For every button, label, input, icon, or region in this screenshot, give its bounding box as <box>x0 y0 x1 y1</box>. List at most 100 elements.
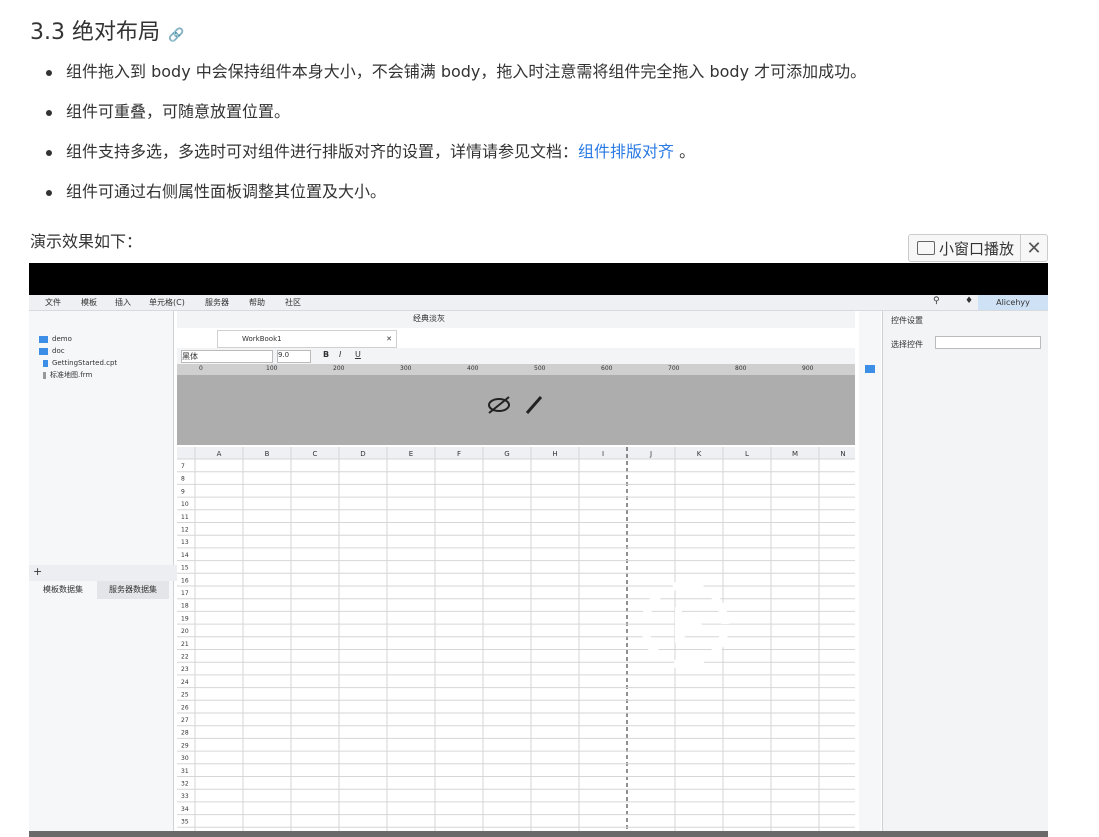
format-toolbar: 黑体 9.0 B I U <box>177 348 855 364</box>
row-header[interactable]: 10 <box>181 501 189 508</box>
row-header[interactable]: 23 <box>181 666 189 673</box>
ruler-tick-label: 300 <box>400 365 412 372</box>
menu-item[interactable]: 单元格(C) <box>149 297 185 308</box>
spreadsheet-grid[interactable]: A B C D E F G H I J K L M N 7 8 9 10 11 12 13 14 15 16 17 18 19 20 2… <box>177 447 855 837</box>
play-icon[interactable] <box>637 577 733 673</box>
tree-item[interactable]: 标准地图.frm <box>39 369 117 381</box>
style-button[interactable]: 经典淡灰 <box>413 313 445 324</box>
row-header[interactable]: 16 <box>181 577 189 584</box>
row-header[interactable]: 12 <box>181 527 189 534</box>
row-header[interactable]: 20 <box>181 628 189 635</box>
row-header[interactable]: 15 <box>181 565 189 572</box>
page-title: 3.3 绝对布局 🔗 <box>30 20 185 45</box>
row-header[interactable]: 11 <box>181 514 189 521</box>
row-header[interactable]: 32 <box>181 781 189 788</box>
font-size-select[interactable]: 9.0 <box>277 350 311 363</box>
row-header[interactable]: 22 <box>181 654 189 661</box>
column-header[interactable]: H <box>552 450 557 458</box>
widget-select[interactable] <box>935 336 1041 349</box>
close-icon[interactable]: ✕ <box>1020 235 1047 261</box>
menu-item[interactable]: 文件 <box>45 297 61 308</box>
row-header[interactable]: 28 <box>181 730 189 737</box>
column-header-bar <box>177 447 855 459</box>
main-toolbar: 经典淡灰 <box>177 311 855 328</box>
row-header[interactable]: 27 <box>181 717 189 724</box>
tree-item[interactable]: doc <box>39 345 117 357</box>
column-header[interactable]: B <box>265 450 270 458</box>
ruler-tick-label: 100 <box>266 365 278 372</box>
row-header[interactable]: 9 <box>181 488 185 495</box>
column-header[interactable]: I <box>602 450 604 458</box>
column-header[interactable]: N <box>840 450 845 458</box>
tab-server-dataset[interactable]: 服务器数据集 <box>97 581 169 599</box>
bell-icon[interactable]: ♦ <box>965 296 973 306</box>
italic-button[interactable]: I <box>339 350 341 359</box>
menu-item[interactable]: 帮助 <box>249 297 265 308</box>
menu-item[interactable]: 模板 <box>81 297 97 308</box>
row-header[interactable]: 7 <box>181 463 185 470</box>
video-top-bar <box>29 263 1048 295</box>
column-header[interactable]: G <box>504 450 509 458</box>
column-header[interactable]: K <box>697 450 702 458</box>
tv-icon <box>917 241 935 255</box>
add-icon[interactable]: + <box>33 565 42 578</box>
row-header[interactable]: 17 <box>181 590 189 597</box>
column-header[interactable]: L <box>745 450 749 458</box>
app-menubar: 文件 模板 插入 单元格(C) 服务器 帮助 社区 ⚲ ♦ Alicehyy <box>29 295 1048 311</box>
search-icon[interactable]: ⚲ <box>933 296 940 306</box>
ruler-tick-label: 700 <box>668 365 680 372</box>
row-header[interactable]: 33 <box>181 793 189 800</box>
font-family-select[interactable]: 黑体 <box>181 350 273 363</box>
mini-player-button[interactable]: 小窗口播放 ✕ <box>908 234 1049 262</box>
column-header[interactable]: A <box>217 450 222 458</box>
row-header[interactable]: 24 <box>181 679 189 686</box>
column-header[interactable]: F <box>457 450 461 458</box>
row-header[interactable]: 14 <box>181 552 189 559</box>
menu-item[interactable]: 插入 <box>115 297 131 308</box>
row-header[interactable]: 19 <box>181 615 189 622</box>
column-header[interactable]: D <box>360 450 365 458</box>
underline-button[interactable]: U <box>355 350 361 359</box>
row-header[interactable]: 29 <box>181 742 189 749</box>
row-header[interactable]: 35 <box>181 819 189 826</box>
column-header[interactable]: J <box>649 450 652 458</box>
row-header[interactable]: 25 <box>181 692 189 699</box>
tab-template-dataset[interactable]: 模板数据集 <box>29 581 97 599</box>
column-header[interactable]: M <box>792 450 798 458</box>
grid-lines: A B C D E F G H I J K L M N 7 8 9 10 11 12 13 14 15 16 17 18 19 20 2… <box>177 447 855 837</box>
row-header[interactable]: 30 <box>181 755 189 762</box>
ruler-tick-label: 900 <box>802 365 814 372</box>
template-tree-panel: demo doc GettingStarted.cpt 标准地图.frm + 模… <box>29 311 177 837</box>
widget-icon[interactable] <box>865 365 875 373</box>
tree-item[interactable]: demo <box>39 333 117 345</box>
ruler-tick-label: 200 <box>333 365 345 372</box>
menu-item[interactable]: 社区 <box>285 297 301 308</box>
video-progress-bar[interactable] <box>29 831 1048 837</box>
file-tree: demo doc GettingStarted.cpt 标准地图.frm <box>39 333 117 381</box>
hide-eye-icon[interactable] <box>485 393 545 417</box>
row-header[interactable]: 34 <box>181 806 189 813</box>
ruler-tick-label: 500 <box>534 365 546 372</box>
anchor-link-icon[interactable]: 🔗 <box>168 28 184 43</box>
column-header[interactable]: E <box>409 450 413 458</box>
user-name[interactable]: Alicehyy <box>978 295 1048 310</box>
workbook-tab[interactable]: WorkBook1 ✕ <box>217 330 397 348</box>
row-header[interactable]: 8 <box>181 476 185 483</box>
row-header[interactable]: 21 <box>181 641 189 648</box>
editor-area: 经典淡灰 WorkBook1 ✕ 黑体 9.0 B I U 0 100 200 300 4… <box>177 311 855 837</box>
ruler-tick-label: 400 <box>467 365 479 372</box>
demo-video[interactable]: 文件 模板 插入 单元格(C) 服务器 帮助 社区 ⚲ ♦ Alicehyy d… <box>29 263 1048 837</box>
align-doc-link[interactable]: 组件排版对齐 <box>578 142 674 161</box>
row-header[interactable]: 18 <box>181 603 189 610</box>
column-header[interactable]: C <box>313 450 318 458</box>
list-item: 组件可重叠，可随意放置位置。 <box>46 102 866 122</box>
row-header[interactable]: 26 <box>181 704 189 711</box>
tree-item[interactable]: GettingStarted.cpt <box>39 357 117 369</box>
body-canvas[interactable] <box>177 375 855 445</box>
row-header[interactable]: 13 <box>181 539 189 546</box>
dataset-tabs: 模板数据集 服务器数据集 <box>29 581 173 599</box>
menu-item[interactable]: 服务器 <box>205 297 229 308</box>
row-header[interactable]: 31 <box>181 768 189 775</box>
ruler-tick-label: 600 <box>601 365 613 372</box>
bold-button[interactable]: B <box>323 350 329 359</box>
